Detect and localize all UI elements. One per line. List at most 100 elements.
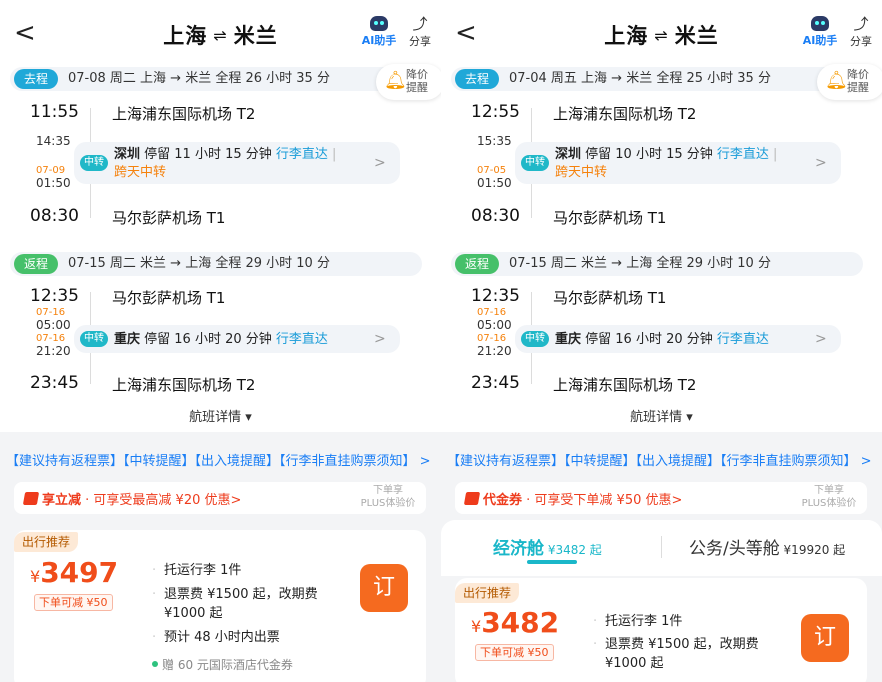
ai-assistant-button[interactable]: AI助手 bbox=[800, 16, 840, 48]
return-tag: 返程 bbox=[455, 254, 499, 274]
share-icon: ⤴ bbox=[853, 15, 869, 33]
origin-city: 上海 bbox=[163, 24, 208, 48]
chevron-right-icon: > bbox=[815, 331, 827, 347]
share-label: 分享 bbox=[850, 35, 872, 48]
book-button[interactable]: 订 bbox=[801, 614, 849, 662]
gift-voucher: 赠 60 元国际酒店代金券 bbox=[152, 656, 293, 673]
promo-banner[interactable]: 代金券 · 可享受下单减 ¥50 优惠> 下单享 PLUS体验价 bbox=[455, 482, 867, 514]
return-departure-time: 12:35 bbox=[30, 286, 79, 306]
return-arrival-airport: 上海浦东国际机场 T2 bbox=[112, 376, 256, 394]
stop-arrival-time: 15:35 bbox=[477, 134, 512, 148]
return-arrival-time: 23:45 bbox=[471, 373, 520, 393]
stop-departure-date: 07-09 bbox=[36, 165, 66, 176]
transfer-info: 深圳 停留 10 小时 15 分钟 行李直达 | bbox=[555, 147, 778, 162]
transfer-tag: 中转 bbox=[80, 155, 108, 171]
outbound-tag: 去程 bbox=[14, 69, 58, 89]
arrival-time: 08:30 bbox=[30, 206, 79, 226]
plus-badge: 下单享 PLUS体验价 bbox=[801, 485, 857, 509]
stop-departure-time: 21:20 bbox=[477, 344, 512, 358]
stop-departure-time: 21:20 bbox=[36, 344, 71, 358]
feature-refund: · 退票费 ¥1500 起，改期费 ¥1000 起 bbox=[593, 637, 759, 671]
notice-links[interactable]: 【建议持有返程票】【中转提醒】【出入境提醒】【行李非直挂购票须知】 > bbox=[447, 450, 882, 469]
swap-icon[interactable]: ⇌ bbox=[654, 26, 668, 45]
price-alert-label: 降价提醒 bbox=[406, 68, 428, 94]
share-button[interactable]: ⤴ 分享 bbox=[403, 16, 437, 49]
return-arrival-time: 23:45 bbox=[30, 373, 79, 393]
share-label: 分享 bbox=[409, 35, 431, 48]
discount-badge: 下单可减 ¥50 bbox=[34, 594, 113, 611]
return-departure-airport: 马尔彭萨机场 T1 bbox=[553, 289, 667, 307]
feature-refund: · 退票费 ¥1500 起，改期费 ¥1000 起 bbox=[152, 587, 318, 621]
flight-details-link[interactable]: 航班详情 ▾ bbox=[0, 406, 441, 425]
departure-airport: 上海浦东国际机场 T2 bbox=[112, 105, 256, 123]
return-departure-time: 12:35 bbox=[471, 286, 520, 306]
share-button[interactable]: ⤴ 分享 bbox=[844, 16, 878, 49]
plus-badge: 下单享 PLUS体验价 bbox=[360, 485, 416, 509]
arrival-time: 08:30 bbox=[471, 206, 520, 226]
price-alert-label: 降价提醒 bbox=[847, 68, 869, 94]
ai-assistant-button[interactable]: AI助手 bbox=[359, 16, 399, 48]
feature-luggage: · 托运行李 1件 bbox=[152, 563, 242, 578]
departure-time: 11:55 bbox=[30, 102, 79, 122]
tab-economy[interactable]: 经济舱 ¥3482 起 bbox=[493, 534, 602, 559]
fare-price: ¥3497 bbox=[30, 556, 119, 589]
transfer-info: 重庆 停留 16 小时 20 分钟 行李直达 bbox=[114, 332, 328, 347]
promo-text: 代金券 · 可享受下单减 ¥50 优惠> bbox=[463, 489, 682, 508]
stop-departure-time: 01:50 bbox=[36, 176, 71, 190]
tab-business[interactable]: 公务/头等舱 ¥19920 起 bbox=[689, 534, 845, 559]
overnight-transfer-label: 跨天中转 bbox=[114, 165, 167, 180]
cabin-tabs: 经济舱 ¥3482 起 公务/头等舱 ¥19920 起 bbox=[441, 520, 882, 576]
fare-price: ¥3482 bbox=[471, 606, 560, 639]
stop-departure-date: 07-16 bbox=[477, 333, 507, 344]
discount-badge: 下单可减 ¥50 bbox=[475, 644, 554, 661]
bell-icon: 🔔︎ bbox=[384, 70, 407, 91]
ai-assistant-label: AI助手 bbox=[802, 34, 838, 47]
stop-departure-time: 01:50 bbox=[477, 176, 512, 190]
return-tag: 返程 bbox=[14, 254, 58, 274]
arrival-airport: 马尔彭萨机场 T1 bbox=[553, 209, 667, 227]
notice-links[interactable]: 【建议持有返程票】【中转提醒】【出入境提醒】【行李非直挂购票须知】 > bbox=[6, 450, 441, 469]
chevron-right-icon: > bbox=[374, 331, 386, 347]
promo-banner[interactable]: 享立减 · 可享受最高减 ¥20 优惠> 下单享 PLUS体验价 bbox=[14, 482, 426, 514]
chevron-right-icon: > bbox=[815, 155, 827, 171]
swap-icon[interactable]: ⇌ bbox=[213, 26, 227, 45]
departure-airport: 上海浦东国际机场 T2 bbox=[553, 105, 697, 123]
tab-divider bbox=[661, 536, 662, 558]
overnight-transfer-label: 跨天中转 bbox=[555, 165, 608, 180]
active-tab-indicator bbox=[527, 560, 577, 564]
feature-ticketing: · 预计 48 小时内出票 bbox=[152, 630, 280, 645]
departure-time: 12:55 bbox=[471, 102, 520, 122]
price-alert-button[interactable]: 🔔︎ 降价提醒 bbox=[817, 64, 882, 100]
stop-arrival-time: 05:00 bbox=[477, 318, 512, 332]
outbound-tag: 去程 bbox=[455, 69, 499, 89]
stop-arrival-time: 14:35 bbox=[36, 134, 71, 148]
coupon-icon bbox=[463, 492, 481, 505]
return-departure-airport: 马尔彭萨机场 T1 bbox=[112, 289, 226, 307]
transfer-tag: 中转 bbox=[521, 155, 549, 171]
flight-details-link[interactable]: 航班详情 ▾ bbox=[441, 406, 882, 425]
arrival-airport: 马尔彭萨机场 T1 bbox=[112, 209, 226, 227]
promo-text: 享立减 · 可享受最高减 ¥20 优惠> bbox=[22, 489, 241, 508]
outbound-info: 07-04 周五 上海 → 米兰 全程 25 小时 35 分 bbox=[509, 71, 771, 86]
left-panel: < 上海 ⇌ 米兰 AI助手 ⤴ 分享 去程 07-08 周二 上海 → 米兰 全程… bbox=[0, 0, 441, 682]
transfer-tag: 中转 bbox=[80, 331, 108, 347]
stop-departure-date: 07-16 bbox=[36, 333, 66, 344]
share-icon: ⤴ bbox=[412, 15, 428, 33]
recommend-tag: 出行推荐 bbox=[455, 583, 520, 603]
return-arrival-airport: 上海浦东国际机场 T2 bbox=[553, 376, 697, 394]
right-panel: < 上海 ⇌ 米兰 AI助手 ⤴ 分享 去程 07-04 周五 上海 → 米兰 全程… bbox=[441, 0, 882, 682]
transfer-info: 重庆 停留 16 小时 20 分钟 行李直达 bbox=[555, 332, 769, 347]
ai-assistant-label: AI助手 bbox=[361, 34, 397, 47]
robot-icon bbox=[370, 16, 388, 31]
outbound-info: 07-08 周二 上海 → 米兰 全程 26 小时 35 分 bbox=[68, 71, 330, 86]
stop-arrival-date: 07-16 bbox=[477, 307, 507, 318]
price-alert-button[interactable]: 🔔︎ 降价提醒 bbox=[376, 64, 441, 100]
return-info: 07-15 周二 米兰 → 上海 全程 29 小时 10 分 bbox=[509, 256, 771, 271]
stop-departure-date: 07-05 bbox=[477, 165, 507, 176]
origin-city: 上海 bbox=[604, 24, 649, 48]
recommend-tag: 出行推荐 bbox=[14, 532, 79, 552]
book-button[interactable]: 订 bbox=[360, 564, 408, 612]
feature-luggage: · 托运行李 1件 bbox=[593, 614, 683, 629]
bell-icon: 🔔︎ bbox=[825, 70, 848, 91]
transfer-info: 深圳 停留 11 小时 15 分钟 行李直达 | bbox=[114, 147, 337, 162]
